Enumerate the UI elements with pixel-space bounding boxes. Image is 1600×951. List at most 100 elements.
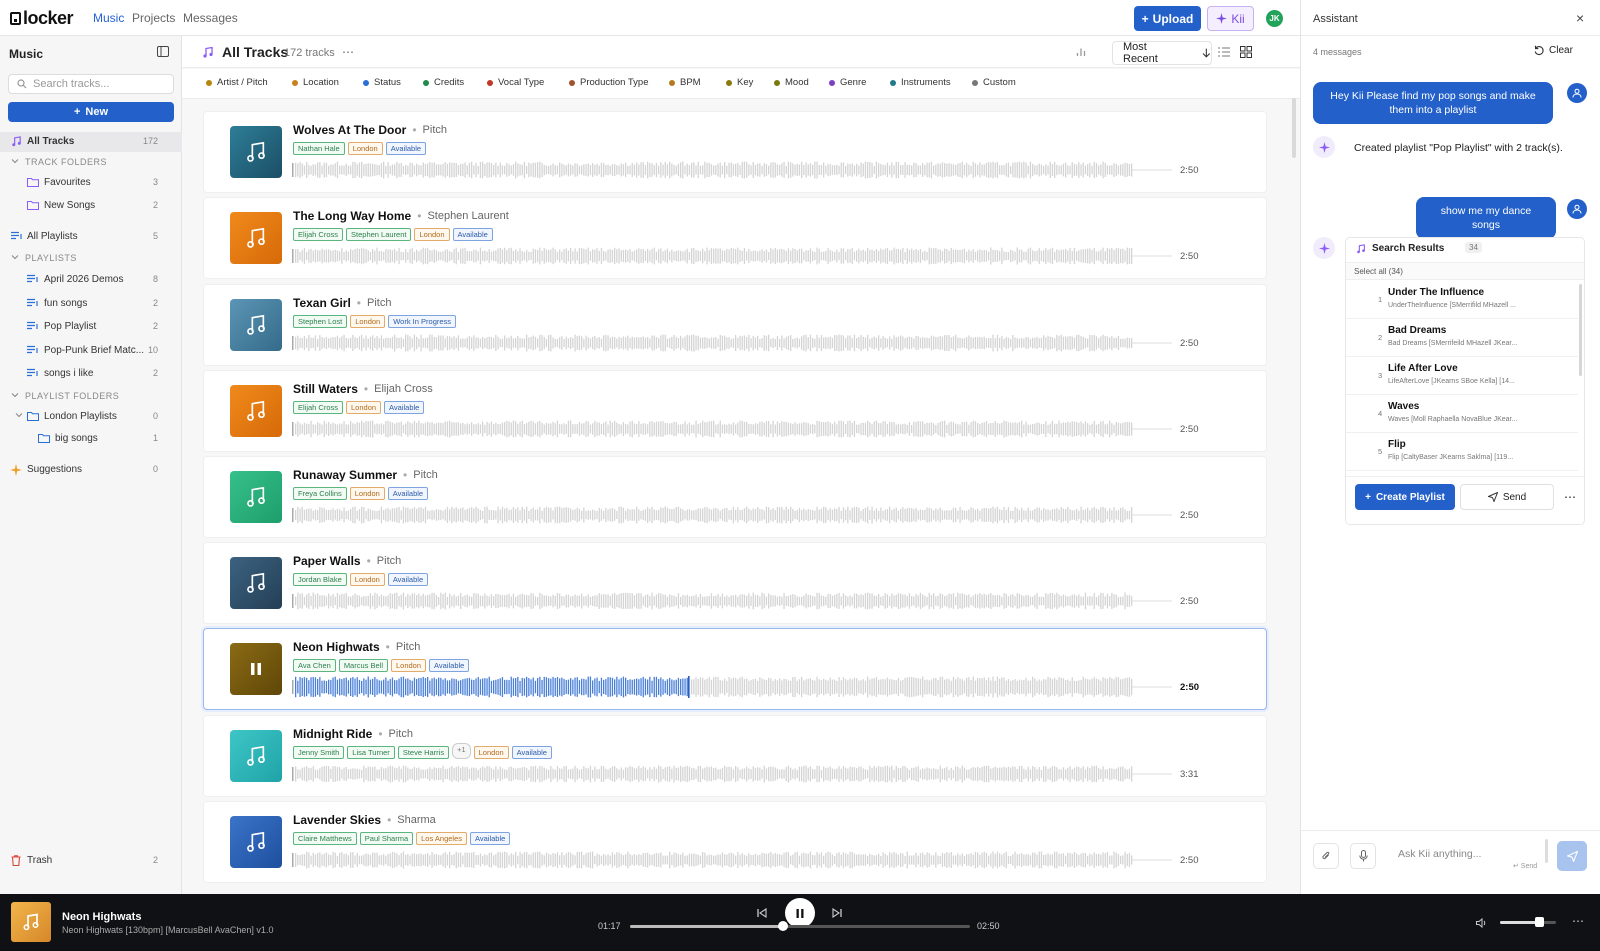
- sidebar-item-trash[interactable]: Trash 2: [0, 851, 182, 871]
- microphone-button[interactable]: [1350, 843, 1376, 869]
- waveform[interactable]: [292, 331, 1172, 355]
- track-title[interactable]: Lavender Skies: [293, 813, 381, 827]
- playlists-header[interactable]: PLAYLISTS: [0, 250, 182, 266]
- playlist-folders-header[interactable]: PLAYLIST FOLDERS: [0, 388, 182, 404]
- track-tag[interactable]: Jenny Smith: [293, 746, 345, 759]
- volume-handle[interactable]: [1535, 917, 1545, 927]
- track-folders-header[interactable]: TRACK FOLDERS: [0, 154, 182, 170]
- filter-chip[interactable]: Credits: [423, 77, 464, 88]
- waveform[interactable]: [292, 158, 1172, 182]
- track-artwork[interactable]: [230, 126, 282, 178]
- attach-button[interactable]: [1313, 843, 1339, 869]
- track-tag[interactable]: Available: [470, 832, 511, 845]
- track-title[interactable]: Texan Girl: [293, 296, 351, 310]
- more-options-icon[interactable]: ⋯: [1572, 914, 1584, 928]
- sidebar-item-suggestions[interactable]: Suggestions 0: [0, 460, 182, 480]
- track-tag[interactable]: London: [346, 401, 382, 414]
- track-artwork[interactable]: [230, 816, 282, 868]
- track-card[interactable]: The Long Way Home • Stephen Laurent Elijah …: [203, 197, 1267, 279]
- waveform[interactable]: [292, 762, 1172, 786]
- sidebar-item-london-playlists[interactable]: London Playlists 0: [0, 407, 182, 427]
- track-tag[interactable]: Stephen Lost: [293, 315, 348, 328]
- track-artwork[interactable]: [230, 471, 282, 523]
- track-tag[interactable]: Jordan Blake: [293, 573, 347, 586]
- volume-slider[interactable]: [1500, 917, 1556, 927]
- sidebar-item-all-playlists[interactable]: All Playlists 5: [0, 227, 182, 247]
- new-button[interactable]: + New: [8, 102, 174, 122]
- waveform[interactable]: [292, 417, 1172, 441]
- result-item[interactable]: 3 Life After Love LifeAfterLove [JKearns S…: [1346, 357, 1578, 395]
- track-tag[interactable]: Work In Progress: [388, 315, 457, 328]
- filter-chip[interactable]: Key: [726, 77, 753, 88]
- track-title[interactable]: Midnight Ride: [293, 727, 372, 741]
- sidebar-item-new-songs[interactable]: New Songs 2: [0, 196, 182, 216]
- sort-dropdown[interactable]: Most Recent: [1112, 41, 1212, 65]
- waveform[interactable]: [292, 848, 1172, 872]
- bar-chart-icon[interactable]: [1076, 47, 1086, 57]
- track-title[interactable]: Runaway Summer: [293, 468, 397, 482]
- filter-chip[interactable]: BPM: [669, 77, 701, 88]
- sidebar-item-playlist[interactable]: April 2026 Demos 8: [0, 270, 182, 290]
- skip-back-icon[interactable]: [757, 908, 767, 918]
- seek-bar[interactable]: [630, 921, 970, 931]
- track-card[interactable]: Runaway Summer • Pitch Freya Collins London A…: [203, 456, 1267, 538]
- filter-chip[interactable]: Mood: [774, 77, 809, 88]
- track-title[interactable]: Paper Walls: [293, 554, 361, 568]
- track-artwork[interactable]: [230, 557, 282, 609]
- filter-chip[interactable]: Location: [292, 77, 339, 88]
- track-tag[interactable]: Available: [452, 228, 493, 241]
- track-tag[interactable]: London: [473, 746, 509, 759]
- app-logo[interactable]: locker: [10, 8, 74, 29]
- chat-input[interactable]: Ask Kii anything... ↵ Send: [1385, 840, 1541, 874]
- filter-chip[interactable]: Vocal Type: [487, 77, 544, 88]
- track-title[interactable]: Neon Highwats: [293, 640, 380, 654]
- track-tag[interactable]: Stephen Laurent: [346, 228, 412, 241]
- track-tag[interactable]: London: [349, 487, 385, 500]
- search-input[interactable]: Search tracks...: [8, 74, 174, 94]
- track-tag[interactable]: Marcus Bell: [338, 659, 388, 672]
- sidebar-collapse-icon[interactable]: [157, 46, 169, 57]
- track-artwork[interactable]: [230, 212, 282, 264]
- sidebar-item-favourites[interactable]: Favourites 3: [0, 173, 182, 193]
- track-tag[interactable]: Elijah Cross: [293, 401, 344, 414]
- track-tag[interactable]: Available: [385, 142, 427, 155]
- track-card[interactable]: Wolves At The Door • Pitch Nathan Hale Londo…: [203, 111, 1267, 193]
- grid-view-icon[interactable]: [1240, 46, 1252, 58]
- track-tag[interactable]: Ava Chen: [293, 659, 336, 672]
- sidebar-item-big-songs[interactable]: big songs 1: [0, 429, 182, 449]
- track-artwork[interactable]: [230, 299, 282, 351]
- create-playlist-button[interactable]: + Create Playlist: [1355, 484, 1455, 510]
- track-title[interactable]: The Long Way Home: [293, 209, 411, 223]
- track-tag[interactable]: Available: [511, 746, 552, 759]
- track-card[interactable]: Lavender Skies • Sharma Claire Matthews Paul…: [203, 801, 1267, 883]
- track-tag[interactable]: Elijah Cross: [293, 228, 344, 241]
- track-tag[interactable]: London: [349, 573, 385, 586]
- skip-forward-icon[interactable]: [832, 908, 842, 918]
- nav-messages[interactable]: Messages: [183, 11, 238, 25]
- pause-button[interactable]: [785, 898, 815, 928]
- scrollbar-thumb[interactable]: [1292, 98, 1296, 158]
- select-all-row[interactable]: Select all (34): [1346, 262, 1584, 280]
- sidebar-item-playlist[interactable]: Pop-Punk Brief Matc... 10: [0, 341, 182, 361]
- close-icon[interactable]: ×: [1576, 10, 1584, 26]
- filter-chip[interactable]: Custom: [972, 77, 1016, 88]
- filter-chip[interactable]: Production Type: [569, 77, 648, 88]
- sidebar-item-playlist[interactable]: fun songs 2: [0, 294, 182, 314]
- track-artwork[interactable]: [230, 643, 282, 695]
- track-tag[interactable]: London: [350, 315, 386, 328]
- more-options-icon[interactable]: ⋯: [342, 45, 354, 59]
- track-tag[interactable]: Available: [384, 401, 425, 414]
- more-options-icon[interactable]: ⋯: [1558, 484, 1582, 510]
- send-message-button[interactable]: [1557, 841, 1587, 871]
- result-item[interactable]: 4 Waves Waves [Moll Raphaella NovaBlue JKe…: [1346, 395, 1578, 433]
- track-title[interactable]: Still Waters: [293, 382, 358, 396]
- seek-handle[interactable]: [778, 921, 788, 931]
- track-tag[interactable]: London: [414, 228, 450, 241]
- scrollbar-thumb[interactable]: [1579, 284, 1582, 376]
- track-tag[interactable]: Freya Collins: [293, 487, 347, 500]
- track-tag[interactable]: Available: [429, 659, 470, 672]
- result-item[interactable]: 2 Bad Dreams Bad Dreams [SMerrifeild MHaze…: [1346, 319, 1578, 357]
- track-title[interactable]: Wolves At The Door: [293, 123, 406, 137]
- track-tag[interactable]: +1: [452, 743, 471, 759]
- track-card[interactable]: Texan Girl • Pitch Stephen Lost London Work I…: [203, 284, 1267, 366]
